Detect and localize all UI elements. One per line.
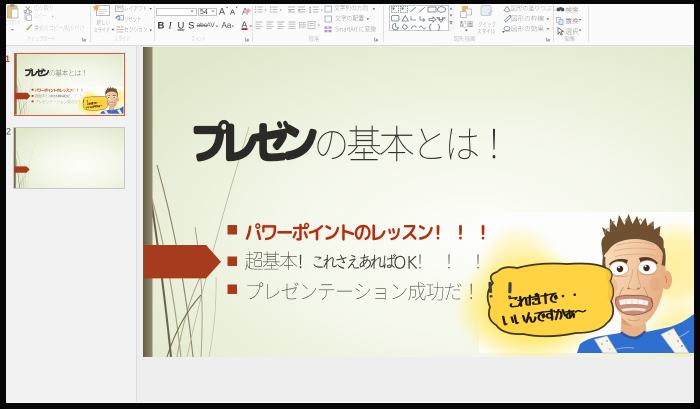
svg-text:A: A: [230, 8, 235, 17]
svg-text:Aa: Aa: [222, 21, 232, 30]
svg-text:A: A: [219, 7, 225, 17]
svg-text:54: 54: [200, 9, 208, 16]
svg-text:U: U: [178, 21, 185, 32]
svg-text:1: 1: [6, 54, 10, 64]
svg-text:S: S: [188, 21, 194, 32]
svg-text:AV: AV: [207, 22, 216, 29]
svg-text:B: B: [158, 21, 165, 32]
svg-text:A: A: [242, 20, 248, 30]
svg-text:I: I: [168, 22, 173, 32]
svg-text:2: 2: [6, 127, 11, 137]
